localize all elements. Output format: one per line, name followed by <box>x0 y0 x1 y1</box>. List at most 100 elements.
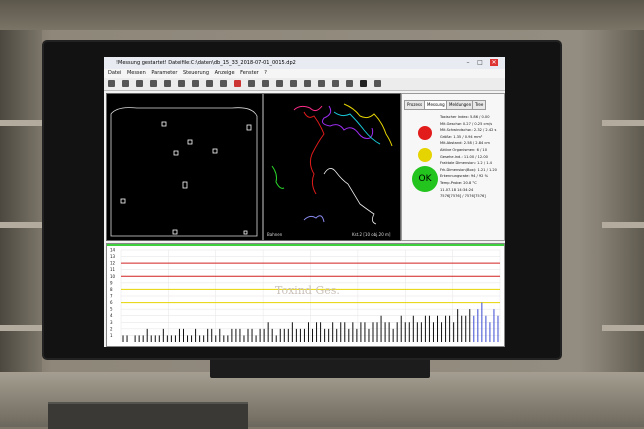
info-panel: Prozess Messung Meldungen Tree OK Toxisc… <box>401 93 505 241</box>
bar <box>388 322 390 342</box>
bar <box>259 328 261 342</box>
organism-marker <box>120 198 126 204</box>
bar <box>295 328 297 342</box>
minimize-button[interactable]: – <box>464 59 472 66</box>
bar <box>396 322 398 342</box>
bar <box>380 315 382 342</box>
toolbar-tool-icon[interactable] <box>304 80 311 87</box>
readout-line: Größe: 1.35 / 0.94 mm² <box>440 134 483 139</box>
toolbar-tool-icon[interactable] <box>108 80 115 87</box>
readout-line: Temp.Probe: 20.8 °C <box>440 180 477 185</box>
bar <box>336 328 338 342</box>
track-view-panel: Bahnen Kst.2 [10 obj.20 m] <box>263 93 401 241</box>
menu-help[interactable]: ? <box>264 70 267 76</box>
y-tick-label: 13 <box>110 254 116 259</box>
toolbar-tool-icon[interactable] <box>332 80 339 87</box>
toolbar-tool-icon[interactable] <box>178 80 185 87</box>
shelf-left <box>0 30 42 427</box>
bar <box>412 315 414 342</box>
bar <box>134 335 136 342</box>
toolbar-tool-icon[interactable] <box>220 80 227 87</box>
bar <box>428 315 430 342</box>
bar <box>207 328 209 342</box>
bar <box>408 322 410 342</box>
aquarium-view-panel <box>106 93 263 241</box>
menu-parameter[interactable]: Parameter <box>151 70 177 76</box>
track-line <box>293 105 323 112</box>
y-tick-label: 4 <box>110 313 113 318</box>
bar <box>251 328 253 342</box>
tv-stand <box>210 356 430 378</box>
chart-watermark: Toxind Ges. <box>275 284 340 297</box>
aquarium-view <box>110 107 258 237</box>
ok-label: OK <box>418 174 432 184</box>
tab-tree[interactable]: Tree <box>472 100 487 110</box>
toolbar-tool-icon[interactable] <box>290 80 297 87</box>
shelf-right <box>596 30 644 427</box>
bar <box>303 328 305 342</box>
toolbar-tool-icon[interactable] <box>136 80 143 87</box>
bar <box>215 335 217 342</box>
y-tick-label: 14 <box>110 248 116 253</box>
track-line <box>271 165 285 189</box>
toolbar-tool-icon[interactable] <box>318 80 325 87</box>
toolbar-tool-icon[interactable] <box>150 80 157 87</box>
toolbar-tool-icon[interactable] <box>234 80 241 87</box>
maximize-button[interactable]: □ <box>476 59 484 66</box>
bar <box>348 328 350 342</box>
y-tick-label: 8 <box>110 287 113 292</box>
window-title: !Messung gestartet! Dateifile:C:\daten\d… <box>116 60 296 66</box>
readout-line: Frk.Dimension(Box): 1.21 / 1.20 <box>440 167 497 172</box>
bar <box>465 315 467 342</box>
bar <box>368 328 370 342</box>
bar <box>235 328 237 342</box>
shelf-plank <box>602 222 644 228</box>
menu-messen[interactable]: Messen <box>127 70 146 76</box>
organism-marker <box>161 121 167 127</box>
bar <box>424 315 426 342</box>
toolbar-tool-icon[interactable] <box>374 80 381 87</box>
bar <box>497 315 499 342</box>
bar <box>263 328 265 342</box>
toolbar-tool-icon[interactable] <box>360 80 367 87</box>
toolbar-tool-icon[interactable] <box>262 80 269 87</box>
close-button[interactable]: ✕ <box>490 59 498 66</box>
bar <box>477 309 479 342</box>
track-caption-left: Bahnen <box>267 232 283 237</box>
bar <box>392 328 394 342</box>
bar <box>255 335 257 342</box>
toolbar-tool-icon[interactable] <box>276 80 283 87</box>
status-light-red <box>418 126 432 140</box>
y-tick-label: 10 <box>110 274 116 279</box>
bar <box>364 322 366 342</box>
toolbar-tool-icon[interactable] <box>346 80 353 87</box>
bar <box>372 322 374 342</box>
toolbar-tool-icon[interactable] <box>248 80 255 87</box>
readout-line: Mit.Abstand: 2.58 / 2.84 cm <box>440 141 490 146</box>
toolbar-tool-icon[interactable] <box>164 80 171 87</box>
status-light-yellow <box>418 148 432 162</box>
menu-fenster[interactable]: Fenster <box>240 70 259 76</box>
tab-meldungen[interactable]: Meldungen <box>446 100 475 110</box>
menu-anzeige[interactable]: Anzeige <box>215 70 235 76</box>
menu-steuerung[interactable]: Steuerung <box>183 70 209 76</box>
toolbar-tool-icon[interactable] <box>192 80 199 87</box>
bar <box>445 315 447 342</box>
toolbar-tool-icon[interactable] <box>206 80 213 87</box>
bar <box>316 322 318 342</box>
tab-prozess[interactable]: Prozess <box>404 100 426 110</box>
bar <box>211 328 213 342</box>
bar <box>481 302 483 342</box>
tab-messung[interactable]: Messung <box>424 100 448 110</box>
organism-marker <box>212 148 218 154</box>
bar <box>182 328 184 342</box>
bar <box>432 322 434 342</box>
readout-line: 7576[7576] / 7576[7576] <box>440 194 486 199</box>
menu-datei[interactable]: Datei <box>108 70 121 76</box>
bar <box>191 335 193 342</box>
track-line <box>303 215 325 223</box>
y-tick-label: 5 <box>110 307 113 312</box>
organism-markers <box>120 121 252 235</box>
bar <box>299 328 301 342</box>
toolbar-tool-icon[interactable] <box>122 80 129 87</box>
